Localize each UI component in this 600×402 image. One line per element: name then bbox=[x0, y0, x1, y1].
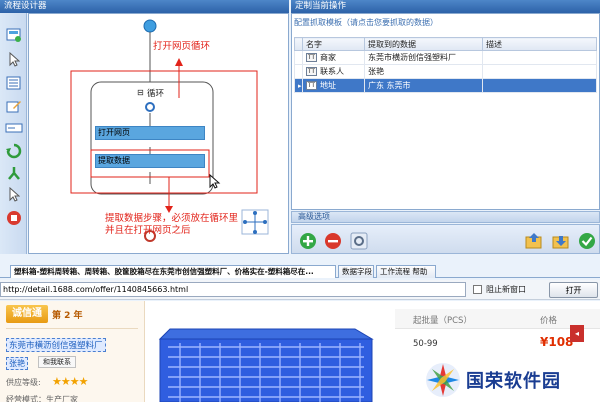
loop-collapse-toggle[interactable]: ⊟ bbox=[137, 88, 144, 97]
loop-tool-icon[interactable] bbox=[4, 141, 23, 160]
text-type-icon: TT bbox=[306, 67, 317, 76]
text-type-icon: TT bbox=[306, 53, 317, 62]
text-type-icon: TT bbox=[306, 81, 317, 90]
column-header-name: 名字 bbox=[302, 37, 365, 51]
remove-field-button[interactable] bbox=[323, 231, 342, 250]
rating-stars: ★★★★ bbox=[52, 375, 88, 388]
scroll-up-button[interactable]: ◂ bbox=[570, 325, 584, 342]
block-popup-label: 阻止新窗口 bbox=[486, 285, 526, 294]
tab-workflow-help[interactable]: 工作流程 帮助 bbox=[376, 265, 436, 278]
product-image[interactable] bbox=[150, 301, 390, 402]
template-hint: 配置抓取模板（请点击您要抓取的数据） bbox=[294, 18, 438, 27]
input-tool-icon[interactable] bbox=[4, 118, 23, 137]
block-popup-checkbox[interactable] bbox=[473, 285, 482, 294]
props-panel: 配置抓取模板（请点击您要抓取的数据） 名字 提取到的数据 描述 TT 商家 东莞市… bbox=[291, 13, 600, 210]
field-name: 商家 bbox=[320, 53, 336, 62]
table-row[interactable]: TT 联系人 张艳 bbox=[294, 64, 597, 79]
seller-panel: 诚信通 第 2 年 东莞市横沥创信强塑料厂 张艳 和我联系 供应等级: ★★★★… bbox=[0, 301, 145, 402]
watermark-text: 国荣软件园 bbox=[466, 371, 561, 392]
designer-toolbar bbox=[0, 13, 27, 254]
watermark-logo-icon bbox=[426, 363, 460, 397]
loop-label: 循环 bbox=[147, 89, 165, 99]
tab-strip: 塑料箱-塑料周转箱、周转箱、胶筐胶箱尽在东莞市创信强塑料厂、价格实在-塑料箱尽在… bbox=[0, 264, 600, 278]
field-name: 联系人 bbox=[320, 67, 344, 76]
props-title: 定制当前操作 bbox=[291, 0, 600, 13]
annotation-extract-line2: 并且在打开网页之后 bbox=[105, 225, 191, 236]
step-extract-data[interactable]: 提取数据 bbox=[95, 154, 205, 168]
row-indicator-header bbox=[294, 37, 303, 51]
field-value: 张艳 bbox=[364, 64, 483, 79]
auto-layout-icon bbox=[241, 209, 269, 235]
contact-me-button[interactable]: 和我联系 bbox=[38, 356, 76, 368]
export-button[interactable] bbox=[524, 231, 543, 250]
advanced-options-toggle[interactable]: 高级选项 bbox=[291, 211, 600, 223]
column-header-value: 提取到的数据 bbox=[364, 37, 483, 51]
designer-title: 流程设计器 bbox=[0, 0, 289, 13]
divider bbox=[6, 328, 138, 329]
tab-data-fields[interactable]: 数据字段 bbox=[338, 265, 374, 278]
contact-name-highlighted[interactable]: 张艳 bbox=[6, 357, 28, 370]
field-settings-button[interactable] bbox=[349, 231, 368, 250]
stop-tool-icon[interactable] bbox=[4, 208, 23, 227]
field-desc bbox=[482, 50, 597, 65]
shop-name-highlighted[interactable]: 东莞市横沥创信强塑料厂 bbox=[6, 338, 106, 352]
column-header-desc: 描述 bbox=[482, 37, 597, 51]
start-node-icon bbox=[143, 19, 157, 33]
credit-logo: 诚信通 bbox=[6, 305, 48, 323]
field-desc bbox=[482, 78, 597, 93]
table-row[interactable]: TT 商家 东莞市横沥创信强塑料厂 bbox=[294, 50, 597, 65]
price-value: ¥108 bbox=[540, 335, 574, 349]
field-desc bbox=[482, 64, 597, 79]
add-field-button[interactable] bbox=[298, 231, 317, 250]
min-order-label: 起批量（PCS） bbox=[413, 316, 472, 326]
browser-bar: 阻止新窗口 打开 bbox=[0, 280, 600, 300]
pointer-tool-icon[interactable] bbox=[4, 50, 23, 69]
move-tool-icon[interactable] bbox=[4, 185, 23, 204]
supply-level-label: 供应等级: bbox=[6, 378, 41, 387]
field-value: 广东 东莞市 bbox=[364, 78, 483, 93]
mouse-cursor-icon bbox=[209, 173, 221, 189]
field-name: 地址 bbox=[320, 81, 336, 90]
step-open-page[interactable]: 打开网页 bbox=[95, 126, 205, 140]
open-url-button[interactable]: 打开 bbox=[549, 282, 598, 298]
field-value: 东莞市横沥创信强塑料厂 bbox=[364, 50, 483, 65]
add-step-tool-icon[interactable] bbox=[4, 25, 23, 44]
list-tool-icon[interactable] bbox=[4, 73, 23, 92]
branch-tool-icon[interactable] bbox=[4, 163, 23, 182]
watermark: 国荣软件园 bbox=[418, 358, 600, 402]
confirm-button[interactable] bbox=[577, 231, 596, 250]
flow-canvas[interactable]: ⊟ 循环 打开网页 提取数据 打开网页循环 提取数据步骤，必须放在循环里 并且在… bbox=[28, 13, 289, 254]
credit-year: 第 2 年 bbox=[52, 311, 83, 321]
url-input[interactable] bbox=[0, 282, 466, 297]
row-pointer-icon: ▸ bbox=[294, 78, 303, 93]
field-table: 名字 提取到的数据 描述 TT 商家 东莞市横沥创信强塑料厂 TT 联系人 张艳 ▸… bbox=[294, 37, 597, 93]
import-button[interactable] bbox=[551, 231, 570, 250]
table-row-selected[interactable]: ▸ TT 地址 广东 东莞市 bbox=[294, 78, 597, 93]
annotation-loop: 打开网页循环 bbox=[153, 41, 211, 52]
tab-webpage[interactable]: 塑料箱-塑料周转箱、周转箱、胶筐胶箱尽在东莞市创信强塑料厂、价格实在-塑料箱尽在… bbox=[10, 265, 336, 278]
edit-tool-icon[interactable] bbox=[4, 96, 23, 115]
quantity-range: 50-99 bbox=[413, 339, 438, 349]
business-mode: 经营模式：生产厂家 bbox=[6, 395, 78, 402]
props-toolbar bbox=[291, 224, 600, 254]
price-label: 价格 bbox=[540, 316, 558, 326]
